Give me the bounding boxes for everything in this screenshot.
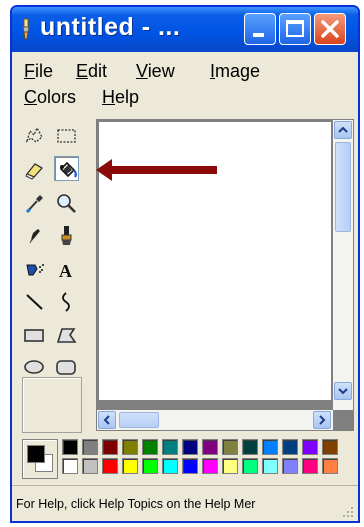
scroll-up-button[interactable] <box>334 121 352 139</box>
horizontal-scrollbar[interactable] <box>97 410 333 430</box>
brush-icon[interactable] <box>54 223 79 248</box>
minimize-button[interactable] <box>244 13 276 45</box>
menu-colors[interactable]: Colors <box>24 87 76 108</box>
color-swatch[interactable] <box>262 458 278 474</box>
drawing-canvas[interactable] <box>99 122 331 400</box>
menu-accelerator: V <box>136 61 148 81</box>
horizontal-scroll-thumb[interactable] <box>119 412 159 428</box>
color-swatch[interactable] <box>282 439 298 455</box>
menu-view[interactable]: View <box>136 61 175 82</box>
color-swatch[interactable] <box>322 458 338 474</box>
color-swatch[interactable] <box>322 439 338 455</box>
text-icon[interactable]: A <box>54 257 79 282</box>
menu-label: iew <box>147 61 175 81</box>
scroll-down-button[interactable] <box>334 382 352 400</box>
color-swatch[interactable] <box>102 458 118 474</box>
scroll-right-button[interactable] <box>313 411 331 429</box>
menu-bar: File Edit View Image Colors Help <box>18 59 352 111</box>
menu-accelerator: H <box>102 87 115 107</box>
color-swatch[interactable] <box>182 458 198 474</box>
color-swatch[interactable] <box>82 439 98 455</box>
color-swatch[interactable] <box>62 439 78 455</box>
close-icon <box>321 20 339 38</box>
airbrush-icon[interactable] <box>22 257 47 282</box>
title-bar[interactable]: untitled - ... <box>12 7 358 52</box>
polygon-icon[interactable] <box>54 323 79 348</box>
menu-row: Colors Help <box>18 85 352 111</box>
pencil-icon[interactable] <box>22 223 47 248</box>
foreground-color-swatch[interactable] <box>27 445 45 463</box>
select-icon[interactable] <box>54 123 79 148</box>
color-swatch[interactable] <box>222 458 238 474</box>
color-palette <box>18 435 352 483</box>
color-swatch[interactable] <box>122 458 138 474</box>
menu-label: elp <box>115 87 140 107</box>
maximize-icon <box>286 20 304 37</box>
vertical-scrollbar[interactable] <box>333 120 353 410</box>
chevron-left-icon <box>103 415 110 425</box>
menu-accelerator: F <box>24 61 35 81</box>
menu-label: olors <box>37 87 77 107</box>
color-swatch[interactable] <box>122 439 138 455</box>
color-swatch[interactable] <box>142 458 158 474</box>
color-swatch[interactable] <box>162 458 178 474</box>
menu-image[interactable]: Image <box>210 61 260 82</box>
fill-with-color-icon[interactable] <box>54 156 79 181</box>
menu-label: dit <box>88 61 108 81</box>
color-swatch[interactable] <box>262 439 278 455</box>
chevron-up-icon <box>338 126 348 133</box>
scroll-left-button[interactable] <box>98 411 116 429</box>
menu-label: mage <box>215 61 261 81</box>
color-swatch[interactable] <box>242 439 258 455</box>
current-colors[interactable] <box>22 439 58 479</box>
line-icon[interactable] <box>22 289 47 314</box>
menu-help[interactable]: Help <box>102 87 139 108</box>
tool-box: A <box>16 119 94 439</box>
menu-edit[interactable]: Edit <box>76 61 107 82</box>
resize-grip-icon[interactable] <box>342 506 354 518</box>
color-swatch[interactable] <box>182 439 198 455</box>
canvas-area <box>96 119 354 431</box>
menu-label: ile <box>35 61 54 81</box>
menu-row: File Edit View Image <box>18 59 352 85</box>
eraser-icon[interactable] <box>22 157 47 182</box>
chevron-down-icon <box>338 388 348 395</box>
magnifier-icon[interactable] <box>54 191 79 216</box>
maximize-button[interactable] <box>279 13 311 45</box>
curve-icon[interactable] <box>54 289 79 314</box>
color-swatch[interactable] <box>302 458 318 474</box>
menu-accelerator: C <box>24 87 37 107</box>
color-swatch[interactable] <box>222 439 238 455</box>
color-swatch[interactable] <box>302 439 318 455</box>
menu-file[interactable]: File <box>24 61 53 82</box>
color-swatch[interactable] <box>242 458 258 474</box>
vertical-scroll-thumb[interactable] <box>335 142 351 232</box>
minimize-icon <box>253 33 264 37</box>
color-swatch[interactable] <box>62 458 78 474</box>
rectangle-icon[interactable] <box>22 323 47 348</box>
menu-accelerator: E <box>76 61 89 81</box>
color-swatch[interactable] <box>142 439 158 455</box>
window-title: untitled - ... <box>40 13 181 41</box>
color-swatch[interactable] <box>202 458 218 474</box>
color-swatch[interactable] <box>82 458 98 474</box>
paint-brush-icon <box>22 18 30 40</box>
paint-window: untitled - ... File Edit View Image Colo… <box>10 5 360 523</box>
color-swatch[interactable] <box>202 439 218 455</box>
text-tool-glyph: A <box>59 261 72 281</box>
chevron-right-icon <box>319 415 326 425</box>
tool-options-box[interactable] <box>22 377 82 433</box>
color-swatch[interactable] <box>102 439 118 455</box>
status-text: For Help, click Help Topics on the Help … <box>16 497 256 511</box>
status-bar: For Help, click Help Topics on the Help … <box>12 485 358 521</box>
color-swatch[interactable] <box>282 458 298 474</box>
free-form-select-icon[interactable] <box>22 123 47 148</box>
close-button[interactable] <box>314 13 346 45</box>
pick-color-icon[interactable] <box>22 191 47 216</box>
color-swatch[interactable] <box>162 439 178 455</box>
